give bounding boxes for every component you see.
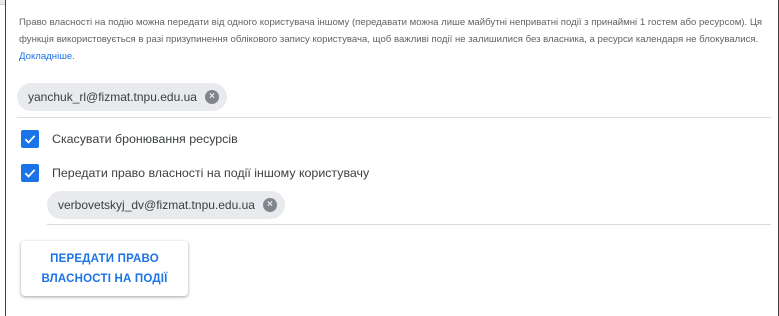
divider — [47, 224, 771, 225]
check-icon — [24, 135, 36, 144]
current-owner-email: yanchuk_rl@fizmat.tnpu.edu.ua — [28, 90, 197, 104]
description-text: Право власності на подію можна передати … — [19, 14, 764, 65]
transfer-ownership-panel: Право власності на подію можна передати … — [5, 0, 779, 316]
transfer-ownership-button[interactable]: ПЕРЕДАТИ ПРАВО ВЛАСНОСТІ НА ПОДІЇ — [21, 241, 188, 296]
transfer-button-line-1: ПЕРЕДАТИ ПРАВО — [50, 252, 159, 265]
transfer-ownership-checkbox[interactable] — [21, 164, 39, 182]
divider — [17, 117, 771, 118]
remove-new-owner-icon[interactable]: × — [262, 198, 277, 212]
transfer-button-line-2: ВЛАСНОСТІ НА ПОДІЇ — [41, 272, 168, 285]
new-owner-chip: verbovetskyj_dv@fizmat.tnpu.edu.ua × — [47, 191, 285, 219]
remove-current-owner-icon[interactable]: × — [204, 90, 219, 104]
check-icon — [24, 169, 36, 178]
cancel-resource-bookings-checkbox[interactable] — [21, 130, 39, 148]
learn-more-link[interactable]: Докладніше. — [19, 51, 75, 62]
new-owner-email: verbovetskyj_dv@fizmat.tnpu.edu.ua — [58, 198, 255, 212]
cancel-resource-bookings-label: Скасувати бронювання ресурсів — [52, 132, 238, 146]
description-body: Право власності на подію можна передати … — [19, 17, 763, 45]
cancel-resource-bookings-option[interactable]: Скасувати бронювання ресурсів — [21, 130, 238, 148]
current-owner-chip: yanchuk_rl@fizmat.tnpu.edu.ua × — [17, 83, 227, 111]
transfer-ownership-option[interactable]: Передати право власності на події іншому… — [21, 164, 369, 182]
transfer-ownership-label: Передати право власності на події іншому… — [52, 166, 370, 180]
